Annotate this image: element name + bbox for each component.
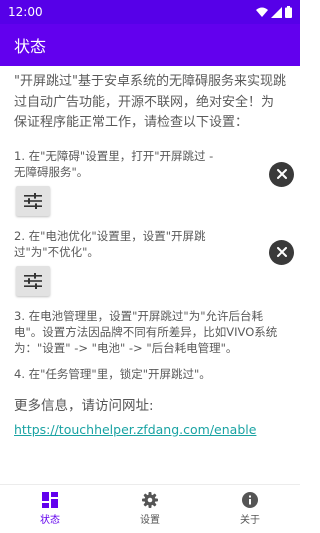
status-bar: 12:00 [0,0,300,24]
bottom-navigation: 状态 设置 关于 [0,484,300,533]
signal-icon [271,6,282,18]
more-info-text: 更多信息，请访问网址: [14,397,154,414]
tune-icon [24,192,42,209]
accessibility-settings-button[interactable] [16,185,50,216]
step-battery-text: 2. 在"电池优化"设置里，设置"开屏跳过"为"不优化"。 [14,228,206,259]
step-accessibility: 1. 在"无障碍"设置里，打开"开屏跳过 - 无障碍服务"。 [14,148,294,216]
close-icon [276,247,287,257]
gear-icon [142,492,158,508]
accessibility-status-icon [269,161,294,187]
nav-label-about: 关于 [240,515,260,526]
app-bar: 状态 [0,24,300,66]
step-battery-optimization: 2. 在"电池优化"设置里，设置"开屏跳过"为"不优化"。 [14,228,294,296]
status-content: "开屏跳过"基于安卓系统的无障碍服务来实现跳过自动广告功能，开源不联网，绝对安全… [0,66,300,484]
nav-item-status[interactable]: 状态 [0,485,100,533]
wifi-icon [256,7,268,17]
intro-text: "开屏跳过"基于安卓系统的无障碍服务来实现跳过自动广告功能，开源不联网，绝对安全… [14,74,286,130]
battery-settings-button[interactable] [16,265,50,296]
dashboard-icon [42,492,58,508]
battery-icon [285,6,292,18]
close-icon [276,169,287,179]
info-icon [242,492,258,508]
page-title: 状态 [14,37,47,56]
status-icons [256,6,292,18]
status-time: 12:00 [8,5,43,19]
nav-label-settings: 设置 [140,515,160,526]
step-task-lock: 4. 在"任务管理"里，锁定"开屏跳过"。 [14,366,211,381]
nav-label-status: 状态 [40,515,60,526]
nav-item-about[interactable]: 关于 [200,485,300,533]
step-accessibility-text: 1. 在"无障碍"设置里，打开"开屏跳过 - 无障碍服务"。 [14,148,214,179]
enable-help-link[interactable]: https://touchhelper.zfdang.com/enable [14,422,286,437]
tune-icon [24,272,42,289]
nav-item-settings[interactable]: 设置 [100,485,200,533]
step-battery-management: 3. 在电池管理里，设置"开屏跳过"为"允许后台耗电"。设置方法因品牌不同有所差… [14,308,278,355]
battery-status-icon [269,239,294,265]
